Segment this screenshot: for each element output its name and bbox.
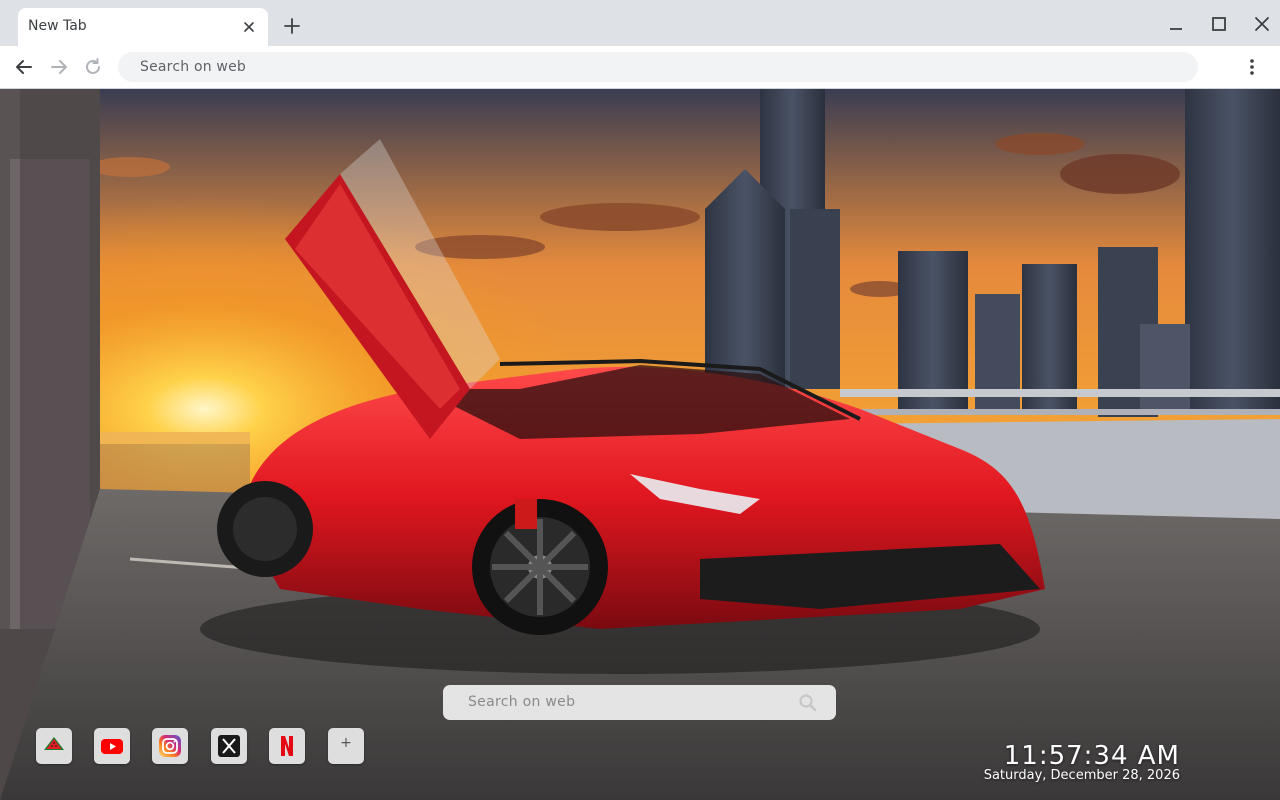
tab-strip: New Tab <box>0 0 1280 46</box>
maximize-icon[interactable] <box>1207 12 1231 36</box>
tab-new-tab[interactable]: New Tab <box>18 8 268 46</box>
address-bar[interactable]: Search on web <box>118 52 1198 82</box>
forward-icon[interactable] <box>48 56 70 78</box>
shortcut-youtube[interactable] <box>94 728 130 764</box>
more-menu-icon[interactable] <box>1242 57 1262 77</box>
shortcut-netflix[interactable] <box>269 728 305 764</box>
close-window-icon[interactable] <box>1250 12 1274 36</box>
x-icon <box>218 735 240 757</box>
add-shortcut-button[interactable]: + <box>328 728 364 764</box>
new-tab-button[interactable] <box>282 16 302 36</box>
watermelon-icon <box>44 737 64 750</box>
instagram-icon <box>159 735 181 757</box>
close-tab-icon[interactable] <box>240 18 258 36</box>
netflix-icon <box>281 736 293 756</box>
browser-toolbar: Search on web <box>0 46 1280 89</box>
minimize-icon[interactable] <box>1164 12 1188 36</box>
shortcut-watermelon[interactable] <box>36 728 72 764</box>
shortcut-x[interactable] <box>211 728 247 764</box>
plus-icon: + <box>340 735 352 751</box>
search-placeholder: Search on web <box>468 694 576 710</box>
back-icon[interactable] <box>13 56 35 78</box>
youtube-icon <box>101 739 123 754</box>
reload-icon[interactable] <box>82 56 104 78</box>
clock-time: 11:57:34 AM <box>1003 741 1180 771</box>
tab-title: New Tab <box>28 18 87 34</box>
shortcut-instagram[interactable] <box>152 728 188 764</box>
clock-date: Saturday, December 28, 2026 <box>983 768 1180 783</box>
page-search-box[interactable]: Search on web <box>443 685 836 720</box>
search-icon[interactable] <box>798 693 818 713</box>
address-bar-placeholder: Search on web <box>140 59 246 75</box>
